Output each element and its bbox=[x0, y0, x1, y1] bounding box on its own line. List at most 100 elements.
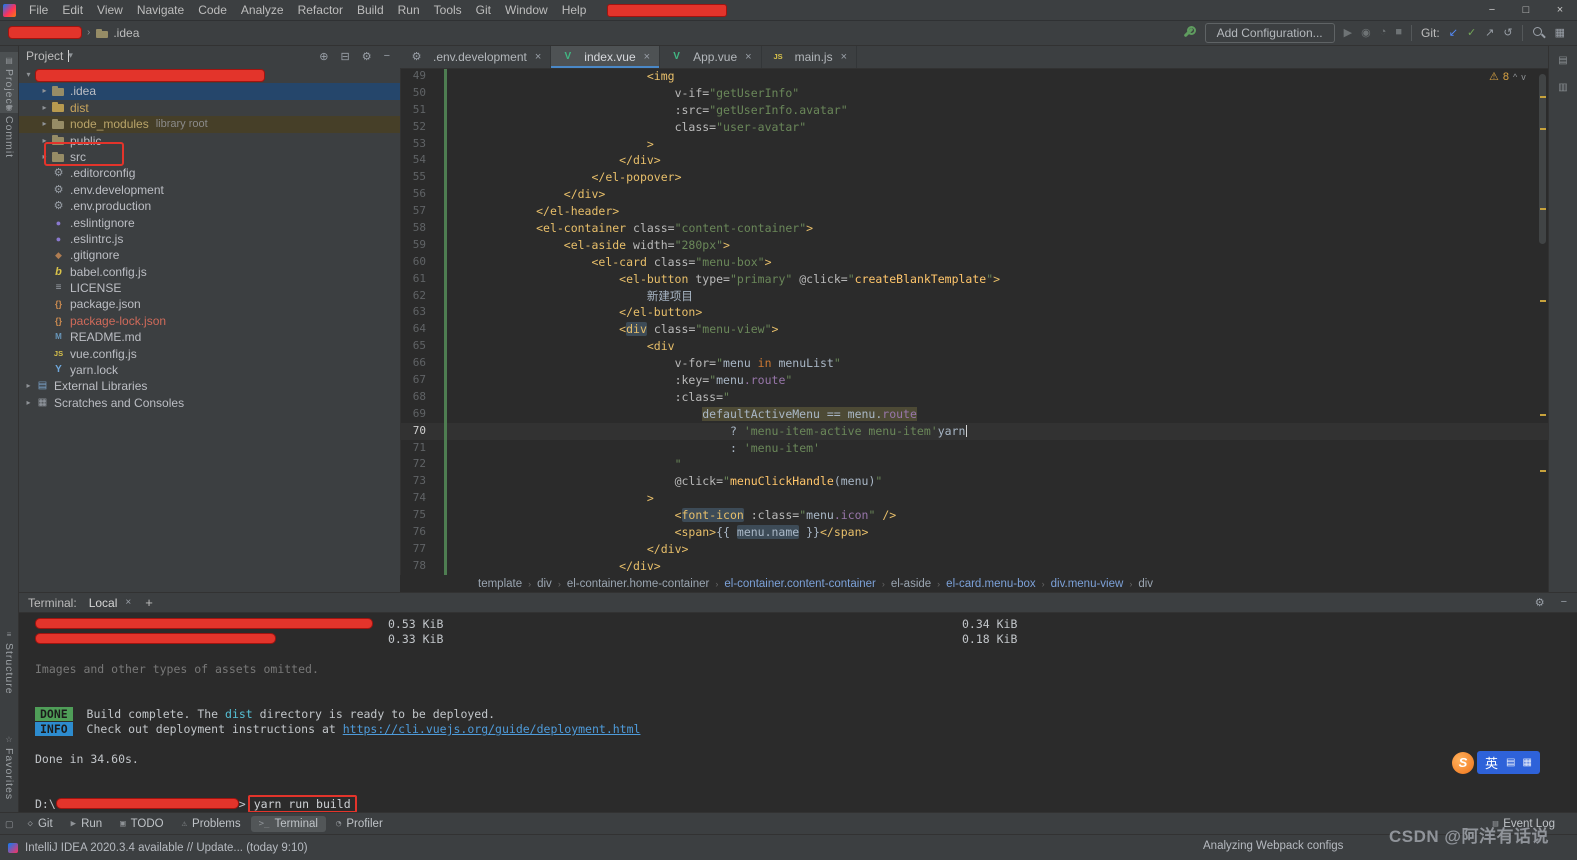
toolwindow-button-git[interactable]: ◇ Git bbox=[20, 816, 61, 832]
code-line-49[interactable]: 49 <img bbox=[400, 68, 1548, 85]
tree-item-license[interactable]: ≡ LICENSE bbox=[18, 280, 400, 296]
code-line-78[interactable]: 78 </div> bbox=[400, 557, 1548, 575]
add-configuration-button[interactable]: Add Configuration... bbox=[1204, 22, 1335, 43]
hide-panel-icon[interactable]: − bbox=[384, 50, 390, 63]
menu-window[interactable]: Window bbox=[498, 3, 555, 17]
code-line-52[interactable]: 52 class="user-avatar" bbox=[400, 118, 1548, 136]
code-line-62[interactable]: 62 新建项目 bbox=[400, 287, 1548, 305]
prev-warning-icon[interactable]: ^ bbox=[1513, 72, 1517, 82]
profile-button[interactable]: ◔ bbox=[1380, 26, 1387, 39]
git-push-icon[interactable]: ↗ bbox=[1485, 26, 1494, 39]
chevron-down-icon[interactable]: ▾ bbox=[68, 50, 73, 62]
code-line-68[interactable]: 68 :class=" bbox=[400, 388, 1548, 406]
code-line-77[interactable]: 77 </div> bbox=[400, 540, 1548, 558]
status-message[interactable]: IntelliJ IDEA 2020.3.4 available // Upda… bbox=[25, 842, 308, 854]
code-line-71[interactable]: 71 : 'menu-item' bbox=[400, 439, 1548, 457]
close-icon[interactable]: × bbox=[535, 51, 541, 63]
editor-tab-.env.development[interactable]: ⚙ .env.development × bbox=[400, 45, 552, 68]
warning-stripe-mark[interactable] bbox=[1540, 300, 1546, 302]
code-line-57[interactable]: 57 </el-header> bbox=[400, 203, 1548, 221]
breadcrumb-item-idea[interactable]: .idea bbox=[113, 26, 139, 40]
update-notification-icon[interactable] bbox=[8, 842, 18, 853]
code-line-56[interactable]: 56 </div> bbox=[400, 186, 1548, 204]
tree-item-readme.md[interactable]: M README.md bbox=[18, 329, 400, 345]
editor-tab-main.js[interactable]: JS main.js × bbox=[762, 45, 858, 68]
menu-navigate[interactable]: Navigate bbox=[130, 3, 191, 17]
code-line-73[interactable]: 73 @click="menuClickHandle(menu)" bbox=[400, 473, 1548, 491]
breadcrumb-item-el-container-content-container[interactable]: el-container.content-container bbox=[724, 578, 876, 590]
tree-item-babel.config.js[interactable]: b babel.config.js bbox=[18, 264, 400, 280]
tree-item-dist[interactable]: ▸ dist bbox=[18, 100, 400, 116]
close-icon[interactable]: × bbox=[745, 51, 751, 63]
tree-item-.editorconfig[interactable]: ⚙ .editorconfig bbox=[18, 165, 400, 181]
search-icon[interactable] bbox=[1532, 26, 1546, 40]
terminal-command[interactable]: yarn run build bbox=[247, 795, 357, 813]
tree-item-scratches-and-consoles[interactable]: ▸ ▦ Scratches and Consoles bbox=[18, 395, 400, 411]
gear-icon[interactable]: ⚙ bbox=[362, 50, 372, 63]
breadcrumb-item-el-aside[interactable]: el-aside bbox=[891, 578, 931, 590]
menu-help[interactable]: Help bbox=[555, 3, 594, 17]
menu-git[interactable]: Git bbox=[469, 3, 498, 17]
close-button[interactable]: × bbox=[1543, 4, 1577, 16]
warning-stripe-mark[interactable] bbox=[1540, 96, 1546, 98]
toolwindow-button-todo[interactable]: ▣ TODO bbox=[112, 816, 171, 832]
chevron-right-icon[interactable]: ▸ bbox=[22, 395, 35, 411]
editor-tab-app.vue[interactable]: V App.vue × bbox=[660, 45, 762, 68]
code-line-59[interactable]: 59 <el-aside width="280px"> bbox=[400, 236, 1548, 254]
toolwindow-icon[interactable]: ▥ bbox=[1558, 82, 1567, 93]
ime-toolbar[interactable]: 英 ▤ ▦ bbox=[1477, 751, 1540, 774]
editor-tab-index.vue[interactable]: Vindex.vue × bbox=[551, 45, 661, 68]
tree-item-.eslintrc.js[interactable]: ● .eslintrc.js bbox=[18, 231, 400, 247]
menu-tools[interactable]: Tools bbox=[427, 3, 469, 17]
gear-icon[interactable]: ⚙ bbox=[1535, 596, 1545, 609]
toolwindow-button-profiler[interactable]: ◔ Profiler bbox=[328, 816, 391, 832]
chevron-right-icon[interactable]: ▸ bbox=[22, 378, 35, 394]
tree-item-vue.config.js[interactable]: JS vue.config.js bbox=[18, 346, 400, 362]
setup-scale-icon[interactable] bbox=[1181, 25, 1196, 40]
code-line-75[interactable]: 75 <font-icon :class="menu.icon" /> bbox=[400, 507, 1548, 525]
terminal-output[interactable]: 0.53 KiB 0.34 KiB 0.33 KiB 0.18 KiB Images a… bbox=[18, 613, 1577, 813]
menu-build[interactable]: Build bbox=[350, 3, 391, 17]
chevron-right-icon[interactable]: ▸ bbox=[38, 83, 51, 99]
terminal-prompt-line[interactable]: D:\ > yarn run build bbox=[35, 795, 1577, 813]
chevron-right-icon[interactable]: ▸ bbox=[38, 116, 51, 132]
tree-item-external-libraries[interactable]: ▸ ▤ External Libraries bbox=[18, 378, 400, 394]
sogou-logo-icon[interactable]: S bbox=[1452, 751, 1474, 774]
toolwindow-button-run[interactable]: ▶ Run bbox=[63, 816, 111, 832]
tree-item-.env.production[interactable]: ⚙ .env.production bbox=[18, 198, 400, 214]
toolwindow-button-favorites[interactable]: ☆ Favorites bbox=[0, 735, 18, 800]
terminal-link[interactable]: https://cli.vuejs.org/guide/deployment.h… bbox=[343, 722, 641, 736]
tree-item-package.json[interactable]: {} package.json bbox=[18, 296, 400, 312]
code-line-69[interactable]: 69 defaultActiveMenu == menu.route bbox=[400, 405, 1548, 423]
warning-stripe-mark[interactable] bbox=[1540, 414, 1546, 416]
code-line-50[interactable]: 50 v-if="getUserInfo" bbox=[400, 84, 1548, 102]
code-line-54[interactable]: 54 </div> bbox=[400, 152, 1548, 170]
tree-item-redacted-root[interactable]: ▾ bbox=[18, 67, 400, 83]
minimize-panel-icon[interactable]: − bbox=[1561, 596, 1567, 609]
collapse-all-icon[interactable]: ⊟ bbox=[340, 50, 349, 63]
menu-edit[interactable]: Edit bbox=[55, 3, 90, 17]
menu-code[interactable]: Code bbox=[191, 3, 234, 17]
warning-stripe-mark[interactable] bbox=[1540, 470, 1546, 472]
breadcrumb-item-el-container-home-container[interactable]: el-container.home-container bbox=[567, 578, 710, 590]
tree-item-.env.development[interactable]: ⚙ .env.development bbox=[18, 182, 400, 198]
stop-button[interactable]: ■ bbox=[1395, 26, 1402, 39]
warning-stripe-mark[interactable] bbox=[1540, 208, 1546, 210]
toolwindow-button-structure[interactable]: ≡ Structure bbox=[0, 630, 18, 695]
breadcrumb-item-div[interactable]: div bbox=[537, 578, 552, 590]
menu-run[interactable]: Run bbox=[391, 3, 427, 17]
code-line-76[interactable]: 76 <span>{{ menu.name }}</span> bbox=[400, 524, 1548, 541]
warning-stripe-mark[interactable] bbox=[1540, 128, 1546, 130]
close-icon[interactable]: × bbox=[125, 597, 131, 608]
code-line-63[interactable]: 63 </el-button> bbox=[400, 304, 1548, 322]
run-button[interactable]: ▶ bbox=[1344, 26, 1352, 39]
git-commit-icon[interactable]: ✓ bbox=[1467, 26, 1476, 39]
toolwindow-icon[interactable]: ▤ bbox=[1558, 55, 1567, 66]
toolwindow-button-terminal[interactable]: >_ Terminal bbox=[250, 816, 326, 832]
breadcrumb-item-template[interactable]: template bbox=[478, 578, 522, 590]
git-history-icon[interactable]: ↺ bbox=[1503, 26, 1512, 39]
menu-refactor[interactable]: Refactor bbox=[291, 3, 350, 17]
terminal-tab-local[interactable]: Local × bbox=[89, 596, 132, 610]
code-line-66[interactable]: 66 v-for="menu in menuList" bbox=[400, 355, 1548, 373]
next-warning-icon[interactable]: v bbox=[1521, 72, 1526, 82]
